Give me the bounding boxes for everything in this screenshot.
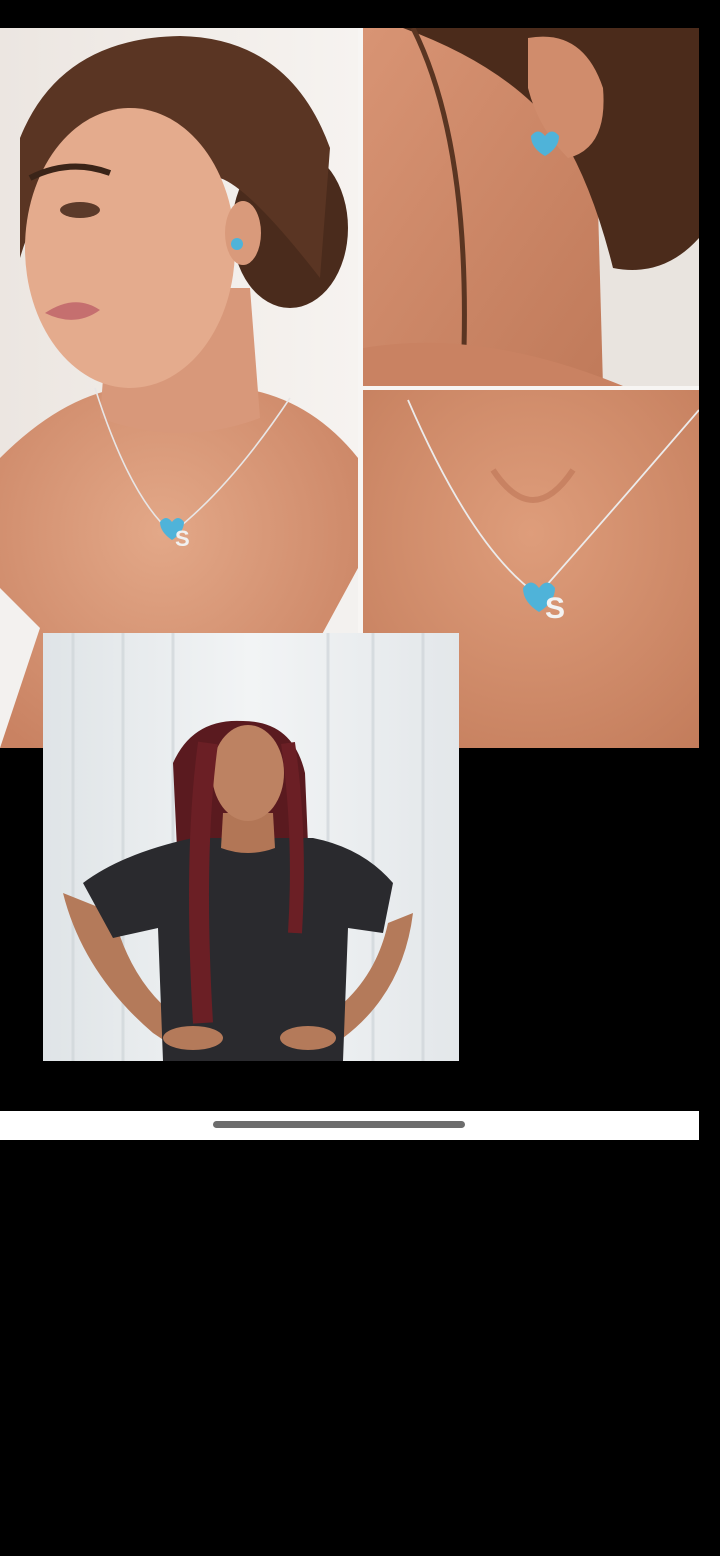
screen: S S <box>0 0 720 1556</box>
video-person-photo[interactable] <box>43 633 459 1061</box>
home-indicator-handle[interactable] <box>213 1121 465 1128</box>
pendant-letter: S <box>175 526 190 551</box>
pendant-letter-closeup: S <box>545 592 565 625</box>
earring-closeup-photo <box>363 28 699 386</box>
bottom-bar <box>0 1111 699 1140</box>
